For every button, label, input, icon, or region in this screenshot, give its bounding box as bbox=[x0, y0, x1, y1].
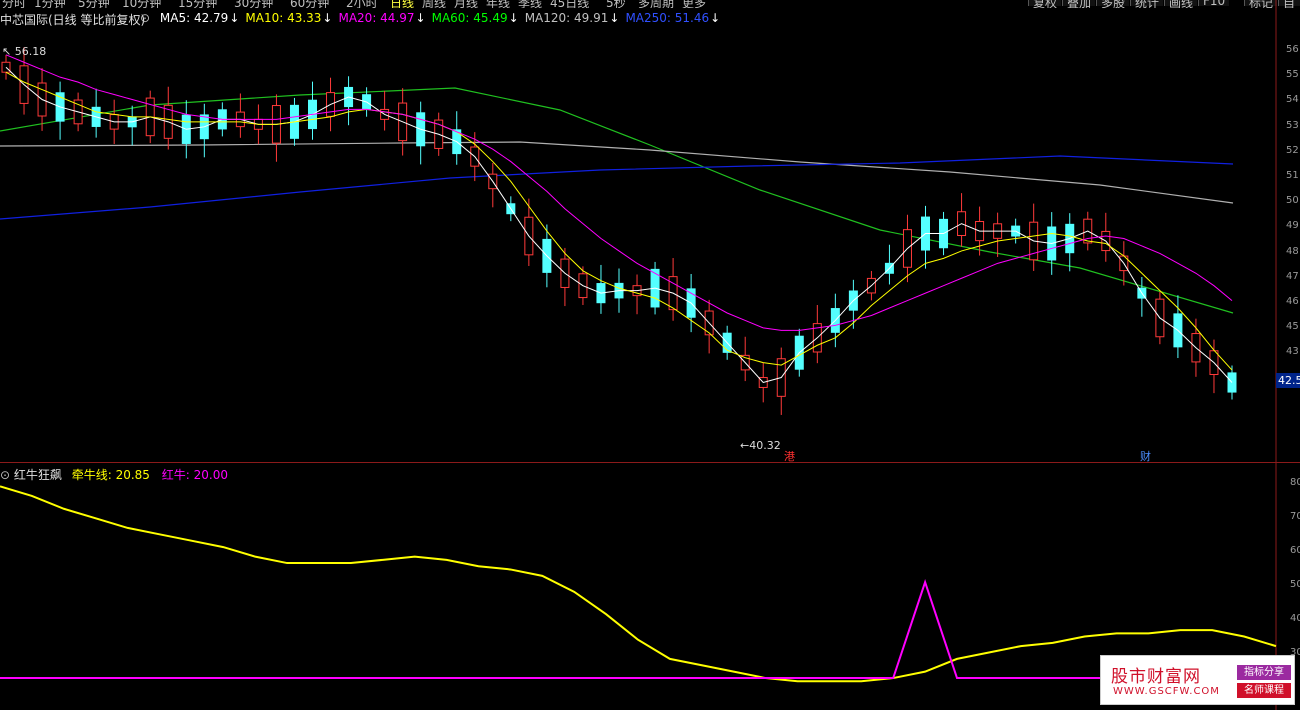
watermark-tag-1: 指标分享 bbox=[1237, 665, 1291, 680]
y-tick-label: 46 bbox=[1286, 296, 1299, 307]
candle-body bbox=[1227, 372, 1237, 393]
watermark-title: 股市财富网 bbox=[1111, 667, 1201, 687]
hongniu-line bbox=[0, 579, 1276, 680]
y-tick-label: 51 bbox=[1286, 170, 1299, 181]
y-tick-label: 48 bbox=[1286, 245, 1299, 257]
event-marker-finance[interactable]: 财 bbox=[1140, 449, 1151, 462]
watermark-logo: 股市财富网 WWW.GSCFW.COM 指标分享 名师课程 bbox=[1100, 655, 1295, 705]
indicator-y-tick: 50 bbox=[1290, 579, 1300, 590]
event-marker-hk[interactable]: 港 bbox=[784, 450, 795, 462]
low-price-label: ←40.32 bbox=[740, 439, 781, 452]
y-tick-label: 52 bbox=[1286, 144, 1299, 156]
y-tick-label: 56 bbox=[1286, 44, 1299, 55]
indicator-y-tick: 40 bbox=[1290, 613, 1300, 624]
current-price-label: 42.5 bbox=[1276, 373, 1300, 388]
ma250-line bbox=[0, 155, 1234, 220]
ma120-line bbox=[0, 141, 1234, 204]
y-tick-label: 47 bbox=[1286, 270, 1299, 282]
y-tick-label: 45 bbox=[1286, 321, 1299, 333]
watermark-tag-2: 名师课程 bbox=[1237, 683, 1291, 698]
indicator-y-tick: 70 bbox=[1290, 511, 1300, 522]
indicator-y-tick: 60 bbox=[1290, 545, 1300, 556]
high-price-label: ↖ 56.18 bbox=[2, 45, 46, 58]
y-tick-label: 43 bbox=[1286, 346, 1299, 358]
watermark-url: WWW.GSCFW.COM bbox=[1113, 686, 1220, 697]
qianniu-line bbox=[0, 485, 1277, 683]
y-tick-label: 49 bbox=[1286, 220, 1299, 232]
y-tick-label: 54 bbox=[1286, 94, 1299, 106]
y-tick-label: 53 bbox=[1286, 119, 1299, 131]
y-tick-label: 55 bbox=[1286, 69, 1299, 81]
candlestick-chart[interactable]: ↖ 56.18 ←40.32港 财 bbox=[0, 0, 1300, 462]
indicator-y-tick: 80 bbox=[1290, 477, 1300, 488]
y-tick-label: 50 bbox=[1286, 195, 1299, 207]
